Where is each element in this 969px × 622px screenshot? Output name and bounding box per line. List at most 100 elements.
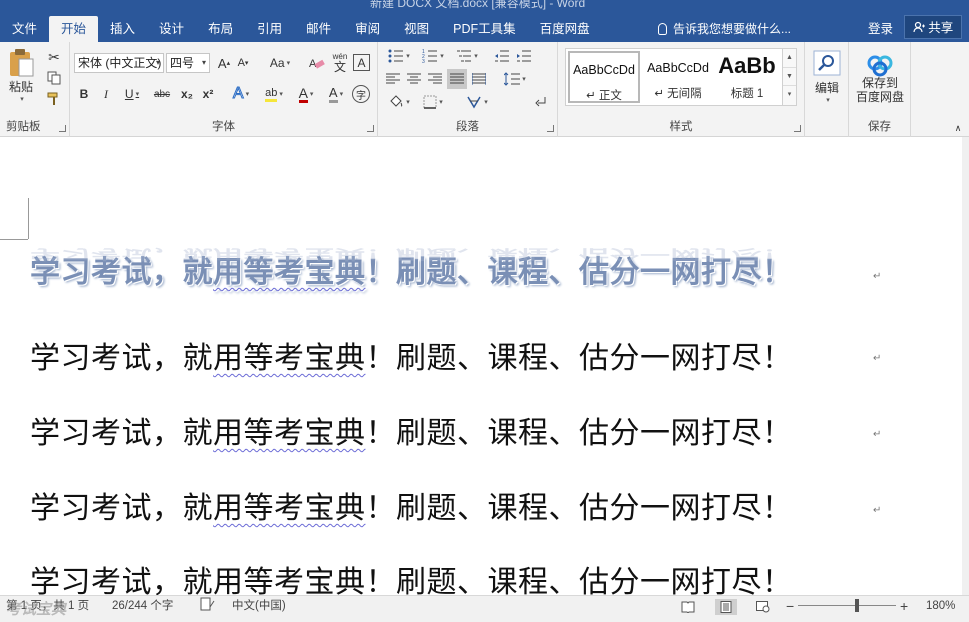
style-sample: AaBbCcDd bbox=[573, 63, 635, 77]
line-spacing-button[interactable]: ▾ bbox=[500, 70, 530, 88]
phonetic-char-icon: 文 bbox=[333, 60, 346, 74]
multilevel-list-button[interactable]: ▾ bbox=[452, 47, 482, 65]
font-name-select[interactable]: 宋体 (中文正文) ▾ bbox=[74, 53, 164, 73]
font-name-value: 宋体 (中文正文) bbox=[78, 56, 162, 70]
cut-button[interactable]: ✂ bbox=[44, 48, 64, 66]
style-heading-1[interactable]: AaBb 标题 1 bbox=[714, 51, 780, 103]
styles-launcher-icon[interactable] bbox=[794, 125, 801, 132]
strikethrough-button[interactable]: abc bbox=[150, 85, 174, 103]
paste-button[interactable]: 粘贴 ▾ bbox=[4, 47, 38, 103]
login-link[interactable]: 登录 bbox=[868, 16, 893, 42]
tab-references[interactable]: 引用 bbox=[245, 16, 294, 42]
read-mode-icon[interactable] bbox=[677, 599, 699, 615]
doc-line[interactable]: 学习考试，就用等考宝典！刷题、课程、估分一网打尽！ bbox=[30, 483, 793, 527]
print-layout-icon[interactable] bbox=[715, 599, 737, 615]
align-right-button[interactable] bbox=[426, 70, 444, 88]
align-left-button[interactable] bbox=[384, 70, 402, 88]
zoom-in-button[interactable]: + bbox=[900, 596, 908, 616]
word-count[interactable]: 26/244 个字 bbox=[112, 596, 173, 616]
zoom-out-button[interactable]: − bbox=[786, 596, 794, 616]
tab-baidu-netdisk[interactable]: 百度网盘 bbox=[528, 16, 602, 42]
font-launcher-icon[interactable] bbox=[367, 125, 374, 132]
paragraph-launcher-icon[interactable] bbox=[547, 125, 554, 132]
bullets-button[interactable]: ▾ bbox=[384, 47, 414, 65]
gallery-up-icon[interactable]: ▲ bbox=[783, 49, 796, 68]
paragraph-mark: ↵ bbox=[873, 271, 882, 282]
title-bar: 新建 DOCX 文档.docx [兼容模式] - Word 文件 开始 插入 设… bbox=[0, 0, 969, 42]
share-button[interactable]: 共享 bbox=[904, 15, 962, 39]
chinese-layout-button[interactable]: ▾ bbox=[462, 92, 492, 112]
phonetic-guide-button[interactable]: wén 文 bbox=[330, 52, 350, 74]
highlight-button[interactable]: ab ▾ bbox=[259, 84, 289, 104]
vertical-scrollbar[interactable] bbox=[962, 137, 969, 595]
tab-file[interactable]: 文件 bbox=[0, 16, 49, 42]
tab-home[interactable]: 开始 bbox=[49, 16, 99, 42]
text-effects-button[interactable]: A ▾ bbox=[227, 84, 255, 104]
editing-button[interactable]: 编辑 ▾ bbox=[809, 46, 845, 108]
clear-formatting-button[interactable]: A bbox=[308, 54, 326, 72]
change-case-button[interactable]: Aa ▾ bbox=[265, 54, 295, 72]
editing-label: 编辑 bbox=[814, 81, 839, 95]
style-no-spacing[interactable]: AaBbCcDd ↵ 无间隔 bbox=[642, 51, 714, 103]
doc-line[interactable]: 学习考试，就用等考宝典！刷题、课程、估分一网打尽！ bbox=[30, 333, 793, 377]
borders-button[interactable]: ▾ bbox=[418, 92, 448, 112]
enclose-characters-button[interactable]: 字 bbox=[352, 85, 370, 103]
svg-text:3: 3 bbox=[422, 59, 425, 63]
gallery-more-icon[interactable]: ▾ bbox=[783, 86, 796, 105]
document-page[interactable]: 学习考试，就用等考宝典！刷题、课程、估分一网打尽！ 学习考试，就用等考宝典！刷题… bbox=[0, 137, 962, 595]
grow-font-button[interactable]: A ▴ bbox=[215, 54, 233, 72]
font-group: 宋体 (中文正文) ▾ 四号 ▾ A ▴ A ▾ Aa ▾ A wén 文 A B I U ▾… bbox=[70, 42, 378, 137]
collapse-ribbon-icon[interactable]: ∧ bbox=[951, 122, 965, 134]
align-center-button[interactable] bbox=[405, 70, 423, 88]
decrease-indent-button[interactable] bbox=[492, 47, 512, 65]
doc-line[interactable]: 学习考试，就用等考宝典！刷题、课程、估分一网打尽！ bbox=[30, 557, 793, 595]
text-run: 学习考试，就 bbox=[30, 491, 213, 526]
proofing-icon[interactable] bbox=[200, 596, 216, 616]
paint-bucket-icon bbox=[390, 95, 403, 107]
tab-view[interactable]: 视图 bbox=[392, 16, 441, 42]
language-indicator[interactable]: 中文(中国) bbox=[232, 596, 286, 616]
increase-indent-button[interactable] bbox=[514, 47, 534, 65]
doc-line[interactable]: 学习考试，就用等考宝典！刷题、课程、估分一网打尽！ bbox=[30, 408, 793, 452]
zoom-slider[interactable] bbox=[798, 599, 896, 612]
tab-design[interactable]: 设计 bbox=[147, 16, 196, 42]
font-color-button[interactable]: A ▾ bbox=[292, 84, 320, 104]
italic-button[interactable]: I bbox=[98, 85, 114, 103]
subscript-button[interactable]: x₂ bbox=[178, 85, 196, 103]
zoom-level[interactable]: 180% bbox=[926, 596, 955, 616]
shading-button[interactable]: A ▾ bbox=[324, 84, 348, 104]
style-normal[interactable]: AaBbCcDd ↵ 正文 bbox=[568, 51, 640, 103]
show-marks-button[interactable] bbox=[532, 92, 550, 112]
copy-button[interactable] bbox=[44, 69, 64, 87]
underline-button[interactable]: U ▾ bbox=[120, 85, 144, 103]
tab-review[interactable]: 审阅 bbox=[343, 16, 392, 42]
numbering-button[interactable]: 1 2 3 ▾ bbox=[418, 47, 448, 65]
bold-button[interactable]: B bbox=[76, 85, 92, 103]
shrink-font-button[interactable]: A ▾ bbox=[234, 54, 252, 72]
distributed-icon bbox=[472, 73, 486, 85]
font-size-select[interactable]: 四号 ▾ bbox=[166, 53, 210, 73]
zoom-slider-thumb[interactable] bbox=[854, 599, 859, 612]
save-to-baidu-button[interactable]: 保存到 百度网盘 bbox=[851, 46, 909, 112]
styles-label: 样式 bbox=[669, 121, 693, 133]
share-label: 共享 bbox=[928, 21, 954, 35]
gallery-down-icon[interactable]: ▼ bbox=[783, 68, 796, 87]
font-color-icon: A bbox=[298, 84, 308, 103]
format-painter-button[interactable] bbox=[44, 90, 64, 108]
tell-me-search[interactable]: 告诉我您想要做什么... bbox=[658, 16, 791, 42]
crop-mark bbox=[0, 239, 28, 240]
tab-insert[interactable]: 插入 bbox=[98, 16, 147, 42]
enclose-char-icon: 字 bbox=[356, 90, 366, 102]
clipboard-launcher-icon[interactable] bbox=[59, 125, 66, 132]
superscript-button[interactable]: x² bbox=[199, 85, 217, 103]
tab-mailings[interactable]: 邮件 bbox=[294, 16, 343, 42]
text-run-spellcheck: 用等考宝典 bbox=[213, 416, 366, 451]
distributed-button[interactable] bbox=[470, 70, 488, 88]
character-border-button[interactable]: A bbox=[353, 54, 370, 71]
web-layout-icon[interactable] bbox=[752, 599, 774, 615]
tab-layout[interactable]: 布局 bbox=[196, 16, 245, 42]
tab-pdf-tools[interactable]: PDF工具集 bbox=[441, 16, 528, 42]
shading-paragraph-button[interactable]: ▾ bbox=[384, 92, 414, 112]
justify-button[interactable] bbox=[447, 69, 467, 89]
underline-label: U bbox=[124, 87, 134, 101]
